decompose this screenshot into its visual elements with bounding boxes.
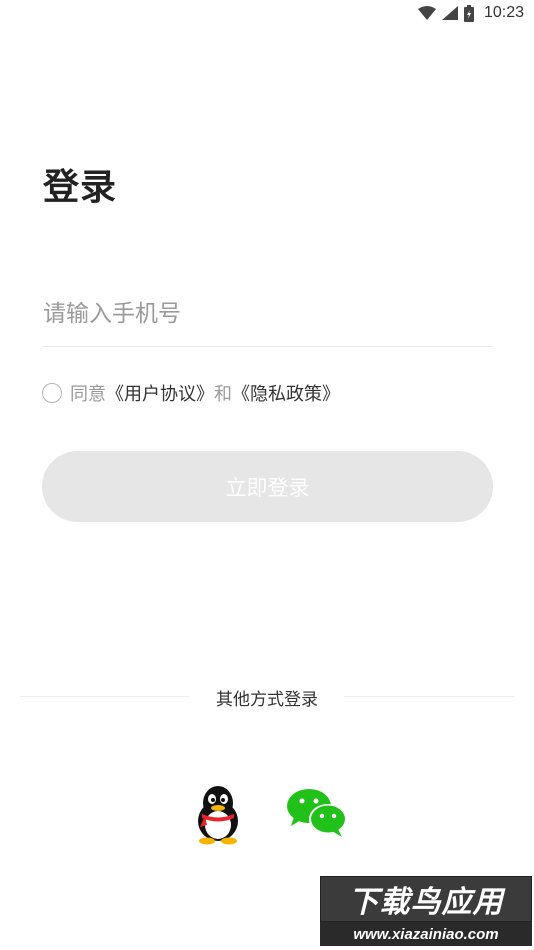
agreement-row: 同意 《用户协议》 和 《隐私政策》 bbox=[42, 380, 340, 406]
agreement-checkbox[interactable] bbox=[42, 383, 62, 403]
status-bar: 10:23 bbox=[0, 0, 534, 28]
input-divider bbox=[43, 346, 492, 347]
status-icons: 10:23 bbox=[417, 4, 524, 22]
wechat-icon bbox=[287, 789, 347, 837]
agreement-conjunction: 和 bbox=[214, 384, 232, 405]
login-button[interactable]: 立即登录 bbox=[42, 451, 493, 522]
agreement-prefix: 同意 bbox=[70, 384, 106, 405]
watermark-url: www.xiazainiao.com bbox=[320, 922, 532, 946]
qq-login-button[interactable] bbox=[190, 783, 246, 845]
other-login-label: 其他方式登录 bbox=[216, 690, 318, 710]
wifi-icon bbox=[417, 6, 436, 20]
cell-signal-icon bbox=[441, 6, 458, 20]
privacy-policy-link[interactable]: 《隐私政策》 bbox=[232, 380, 340, 406]
qq-icon bbox=[198, 786, 238, 845]
battery-icon bbox=[463, 4, 474, 22]
wechat-login-button[interactable] bbox=[286, 787, 348, 839]
watermark-title: 下载鸟应用 bbox=[320, 876, 532, 922]
status-time: 10:23 bbox=[483, 4, 524, 21]
user-agreement-link[interactable]: 《用户协议》 bbox=[106, 380, 214, 406]
divider-right bbox=[344, 696, 514, 697]
phone-input[interactable] bbox=[43, 292, 492, 336]
page-title: 登录 bbox=[43, 167, 118, 208]
watermark: 下载鸟应用 www.xiazainiao.com bbox=[320, 876, 532, 946]
